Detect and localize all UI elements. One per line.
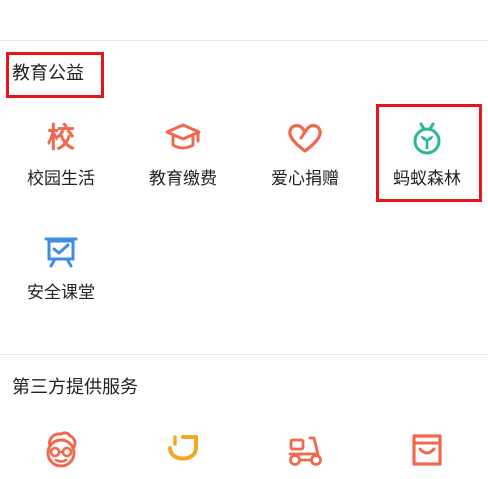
grid-item-education-payment[interactable]: 教育缴费 — [122, 118, 244, 218]
heart-icon — [285, 118, 325, 158]
grid-item-charity-donation[interactable]: 爱心捐赠 — [244, 118, 366, 218]
top-divider — [0, 40, 488, 41]
cartoon-face-icon[interactable] — [41, 430, 81, 470]
section-divider — [0, 354, 488, 355]
scooter-icon[interactable] — [285, 430, 325, 470]
grid-item-label: 校园生活 — [27, 169, 95, 189]
section-title-third-party: 第三方提供服务 — [12, 377, 138, 398]
school-character-icon: 校 — [46, 121, 75, 154]
grid-item-label: 爱心捐赠 — [271, 169, 339, 189]
shopping-bag-icon[interactable] — [407, 430, 447, 470]
grid-item-safety-class[interactable]: 安全课堂 — [0, 232, 122, 332]
didi-d-icon[interactable] — [163, 430, 203, 470]
highlight-box-ant-forest — [376, 104, 482, 202]
highlight-box-title — [6, 52, 104, 98]
grid-item-campus-life[interactable]: 校 校园生活 — [0, 118, 122, 218]
grid-item-label: 教育缴费 — [149, 169, 217, 189]
grid-item-label: 安全课堂 — [27, 283, 95, 303]
presentation-board-icon — [41, 232, 81, 272]
graduation-cap-icon — [163, 118, 203, 158]
